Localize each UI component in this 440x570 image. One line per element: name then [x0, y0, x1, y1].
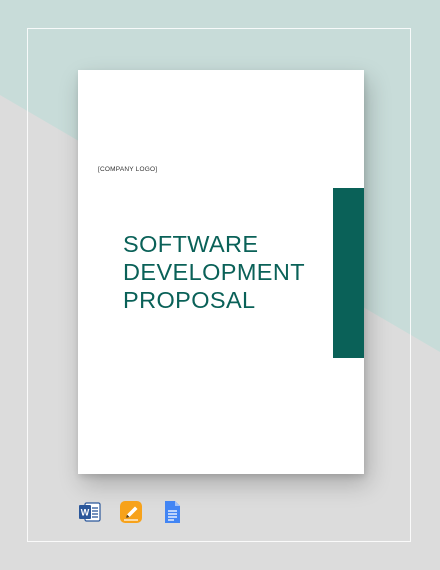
title-line-1: SOFTWARE — [123, 231, 259, 257]
title-line-2: DEVELOPMENT — [123, 259, 305, 285]
company-logo-placeholder: [COMPANY LOGO] — [98, 166, 158, 173]
title-line-3: PROPOSAL — [123, 287, 256, 313]
document-page[interactable]: [COMPANY LOGO] SOFTWARE DEVELOPMENT PROP… — [78, 70, 364, 474]
word-icon[interactable]: W — [78, 500, 102, 524]
pages-icon[interactable] — [119, 500, 143, 524]
document-title: SOFTWARE DEVELOPMENT PROPOSAL — [123, 230, 323, 314]
accent-bar — [333, 188, 364, 358]
svg-text:W: W — [81, 508, 90, 518]
compatible-apps: W — [78, 500, 184, 524]
google-docs-icon[interactable] — [160, 500, 184, 524]
